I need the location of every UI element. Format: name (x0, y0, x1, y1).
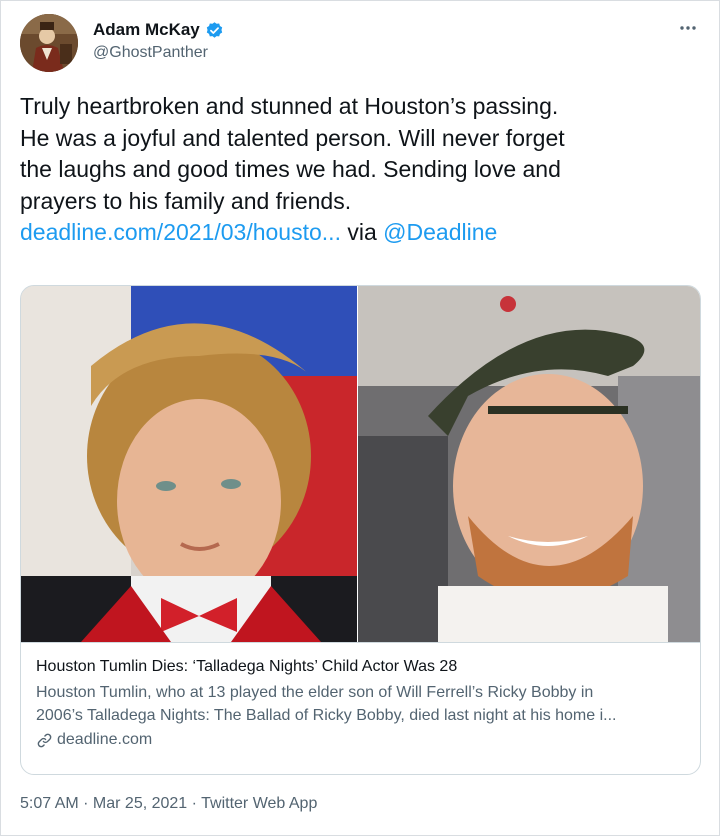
link-card[interactable]: Houston Tumlin Dies: ‘Talladega Nights’ … (20, 285, 701, 775)
verified-badge-icon (205, 21, 224, 40)
tweet-text-line: He was a joyful and talented person. Wil… (20, 124, 565, 151)
card-domain: deadline.com (57, 731, 153, 748)
author-display-name[interactable]: Adam McKay (93, 20, 200, 40)
author-handle[interactable]: @GhostPanther (93, 44, 224, 62)
meta-separator: · (78, 795, 93, 812)
author-block: Adam McKay @GhostPanther (93, 20, 224, 62)
card-description-line: Houston Tumlin, who at 13 played the eld… (36, 684, 594, 701)
article-link[interactable]: deadline.com/2021/03/housto... (20, 219, 341, 245)
tweet-source[interactable]: Twitter Web App (201, 795, 317, 812)
avatar[interactable] (20, 14, 78, 72)
mention-link[interactable]: @Deadline (383, 219, 497, 245)
card-separator (21, 642, 700, 643)
meta-separator: · (187, 795, 202, 812)
tweet-time[interactable]: 5:07 AM (20, 795, 79, 812)
card-image[interactable] (21, 286, 700, 642)
card-image-left (21, 286, 357, 642)
tweet-container: Adam McKay @GhostPanther Truly heartbrok… (0, 0, 720, 836)
author-name-row[interactable]: Adam McKay (93, 20, 224, 40)
tweet-text-line: prayers to his family and friends. (20, 187, 352, 214)
tweet-text-line: the laughs and good times we had. Sendin… (20, 156, 561, 183)
more-dots-icon[interactable] (676, 18, 700, 42)
card-description: Houston Tumlin, who at 13 played the eld… (36, 681, 688, 727)
tweet-link-line: deadline.com/2021/03/housto... via @Dead… (20, 217, 700, 249)
card-body: Houston Tumlin Dies: ‘Talladega Nights’ … (36, 658, 688, 749)
via-text: via (340, 219, 384, 246)
link-icon (36, 732, 53, 749)
card-domain-row: deadline.com (36, 731, 688, 749)
tweet-meta: 5:07 AM · Mar 25, 2021 · Twitter Web App (20, 795, 317, 813)
tweet-date[interactable]: Mar 25, 2021 (93, 795, 187, 812)
tweet-text: Truly heartbroken and stunned at Houston… (20, 91, 700, 249)
card-title[interactable]: Houston Tumlin Dies: ‘Talladega Nights’ … (36, 658, 688, 676)
card-description-line: 2006’s Talladega Nights: The Ballad of R… (36, 707, 617, 724)
tweet-header: Adam McKay @GhostPanther (20, 14, 700, 72)
tweet-text-line: Truly heartbroken and stunned at Houston… (20, 93, 559, 119)
card-image-right (358, 286, 700, 642)
